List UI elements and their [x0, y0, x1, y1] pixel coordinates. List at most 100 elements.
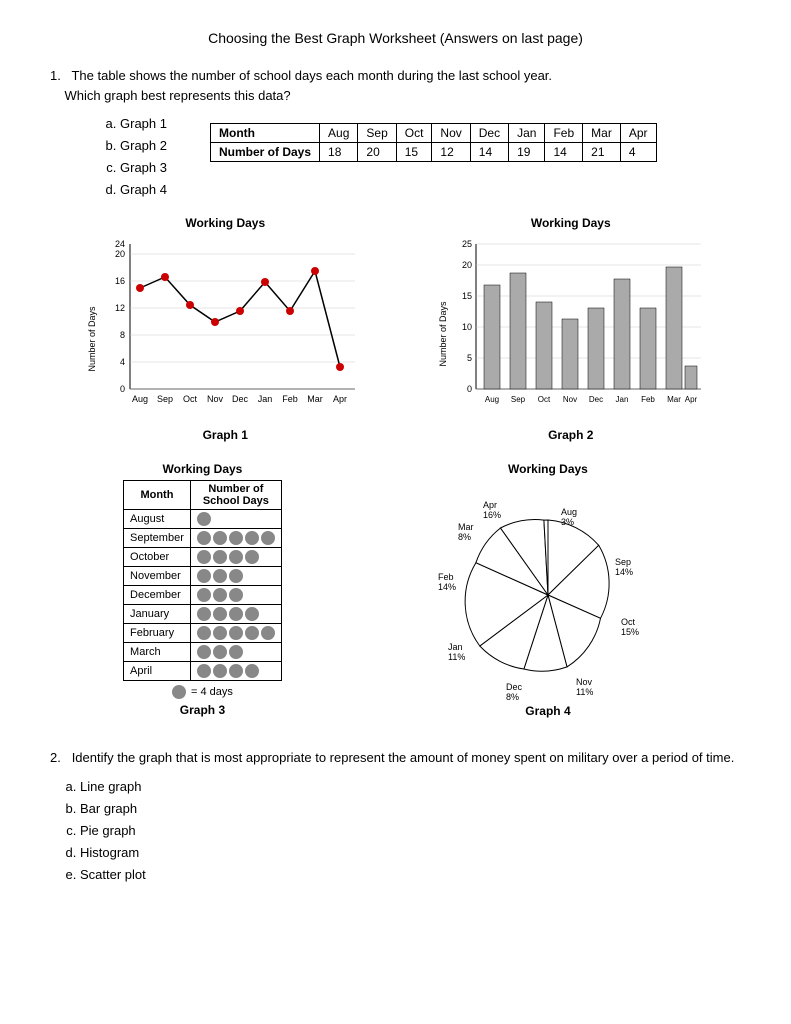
svg-text:25: 25 [462, 239, 472, 249]
graph1-title: Working Days [185, 216, 265, 230]
graph1-label: Graph 1 [203, 428, 248, 442]
q1-option-d: Graph 4 [120, 179, 180, 201]
svg-text:10: 10 [462, 322, 472, 332]
q1-option-a: Graph 1 [120, 113, 180, 135]
dot-legend: = 4 days [172, 685, 233, 699]
graph4-block: Working Days [428, 462, 668, 718]
svg-text:Mar: Mar [308, 394, 324, 404]
svg-text:Feb: Feb [438, 572, 454, 582]
svg-text:15: 15 [462, 291, 472, 301]
svg-text:12: 12 [115, 303, 125, 313]
svg-text:5: 5 [467, 353, 472, 363]
picto-row-sep: September [124, 529, 282, 548]
svg-text:8%: 8% [506, 692, 519, 700]
svg-text:Nov: Nov [563, 395, 577, 404]
graph2-svg: Number of Days 0 5 10 15 20 25 [436, 234, 706, 424]
graph2-title: Working Days [531, 216, 611, 230]
svg-text:Apr: Apr [685, 395, 698, 404]
svg-text:Number of Days: Number of Days [438, 301, 448, 367]
q2-options: Line graph Bar graph Pie graph Histogram… [50, 776, 741, 886]
svg-text:Nov: Nov [576, 677, 593, 687]
svg-text:Sep: Sep [511, 395, 526, 404]
svg-text:Sep: Sep [615, 557, 631, 567]
graph3-block: Working Days Month Number ofSchool Days … [123, 462, 282, 717]
svg-text:Jan: Jan [615, 395, 628, 404]
picto-row-oct: October [124, 548, 282, 567]
graph4-title: Working Days [508, 462, 588, 476]
svg-text:8%: 8% [458, 532, 471, 542]
data-table: Month AugSep OctNov DecJan FebMar Apr Nu… [210, 123, 657, 162]
graph2-label: Graph 2 [548, 428, 593, 442]
svg-text:Aug: Aug [561, 507, 577, 517]
graph4-svg: Aug 3% Sep 14% Oct 15% Nov 11% Dec 8% Ja… [428, 480, 668, 700]
q2-option-a: Line graph [80, 776, 741, 798]
graph2-block: Working Days Number of Days 0 5 10 15 [436, 216, 706, 442]
svg-text:3%: 3% [561, 517, 574, 527]
legend-dot [172, 685, 186, 699]
svg-text:Jan: Jan [448, 642, 463, 652]
graph1-svg: Number of Days 0 4 8 12 16 20 24 [85, 234, 365, 424]
svg-text:Dec: Dec [506, 682, 523, 692]
q1-option-b: Graph 2 [120, 135, 180, 157]
svg-text:11%: 11% [576, 687, 593, 697]
svg-text:15%: 15% [621, 627, 639, 637]
svg-text:Apr: Apr [333, 394, 347, 404]
q1-option-c: Graph 3 [120, 157, 180, 179]
picto-table: Month Number ofSchool Days August Septem… [123, 480, 282, 681]
picto-row-nov: November [124, 567, 282, 586]
graph3-label: Graph 3 [180, 703, 225, 717]
svg-text:Number of Days: Number of Days [87, 306, 97, 372]
q1-number: 1. [50, 68, 68, 83]
svg-text:Nov: Nov [207, 394, 224, 404]
svg-text:Aug: Aug [132, 394, 148, 404]
picto-row-mar: March [124, 643, 282, 662]
svg-text:Apr: Apr [483, 500, 497, 510]
svg-text:Mar: Mar [667, 395, 681, 404]
question-2: 2. Identify the graph that is most appro… [50, 748, 741, 886]
svg-text:20: 20 [462, 260, 472, 270]
graph4-label: Graph 4 [525, 704, 570, 718]
q1-text: The table shows the number of school day… [71, 68, 552, 83]
picto-row-apr: April [124, 662, 282, 681]
picto-row-feb: February [124, 624, 282, 643]
legend-text: = 4 days [191, 686, 233, 698]
svg-text:8: 8 [120, 330, 125, 340]
q2-option-b: Bar graph [80, 798, 741, 820]
svg-text:24: 24 [115, 239, 125, 249]
svg-text:14%: 14% [438, 582, 456, 592]
svg-text:Jan: Jan [258, 394, 273, 404]
svg-text:Feb: Feb [641, 395, 655, 404]
svg-text:Sep: Sep [157, 394, 173, 404]
question-1: 1. The table shows the number of school … [50, 66, 741, 718]
svg-text:Feb: Feb [282, 394, 298, 404]
month-label: Month [211, 124, 320, 143]
svg-text:Dec: Dec [232, 394, 249, 404]
q2-option-e: Scatter plot [80, 864, 741, 886]
svg-text:16%: 16% [483, 510, 501, 520]
picto-row-jan: January [124, 605, 282, 624]
svg-text:16: 16 [115, 276, 125, 286]
svg-text:Mar: Mar [458, 522, 474, 532]
svg-text:Oct: Oct [621, 617, 636, 627]
picto-row-aug: August [124, 510, 282, 529]
graph3-title: Working Days [163, 462, 243, 476]
svg-text:Dec: Dec [589, 395, 603, 404]
svg-text:0: 0 [467, 384, 472, 394]
q1-options: Graph 1 Graph 2 Graph 3 Graph 4 [90, 113, 180, 201]
svg-text:Aug: Aug [485, 395, 499, 404]
q2-number: 2. [50, 750, 61, 765]
q2-option-d: Histogram [80, 842, 741, 864]
q1-text2: Which graph best represents this data? [64, 88, 290, 103]
svg-text:0: 0 [120, 384, 125, 394]
graph1-block: Working Days Number of Days 0 4 8 12 [85, 216, 365, 442]
page-title: Choosing the Best Graph Worksheet (Answe… [50, 30, 741, 46]
svg-text:11%: 11% [448, 652, 465, 662]
svg-text:Oct: Oct [538, 395, 551, 404]
svg-text:Oct: Oct [183, 394, 198, 404]
q2-text: Identify the graph that is most appropri… [72, 750, 735, 765]
data-table-area: Month AugSep OctNov DecJan FebMar Apr Nu… [210, 119, 657, 166]
svg-text:20: 20 [115, 249, 125, 259]
svg-text:4: 4 [120, 357, 125, 367]
q2-option-c: Pie graph [80, 820, 741, 842]
svg-text:14%: 14% [615, 567, 633, 577]
